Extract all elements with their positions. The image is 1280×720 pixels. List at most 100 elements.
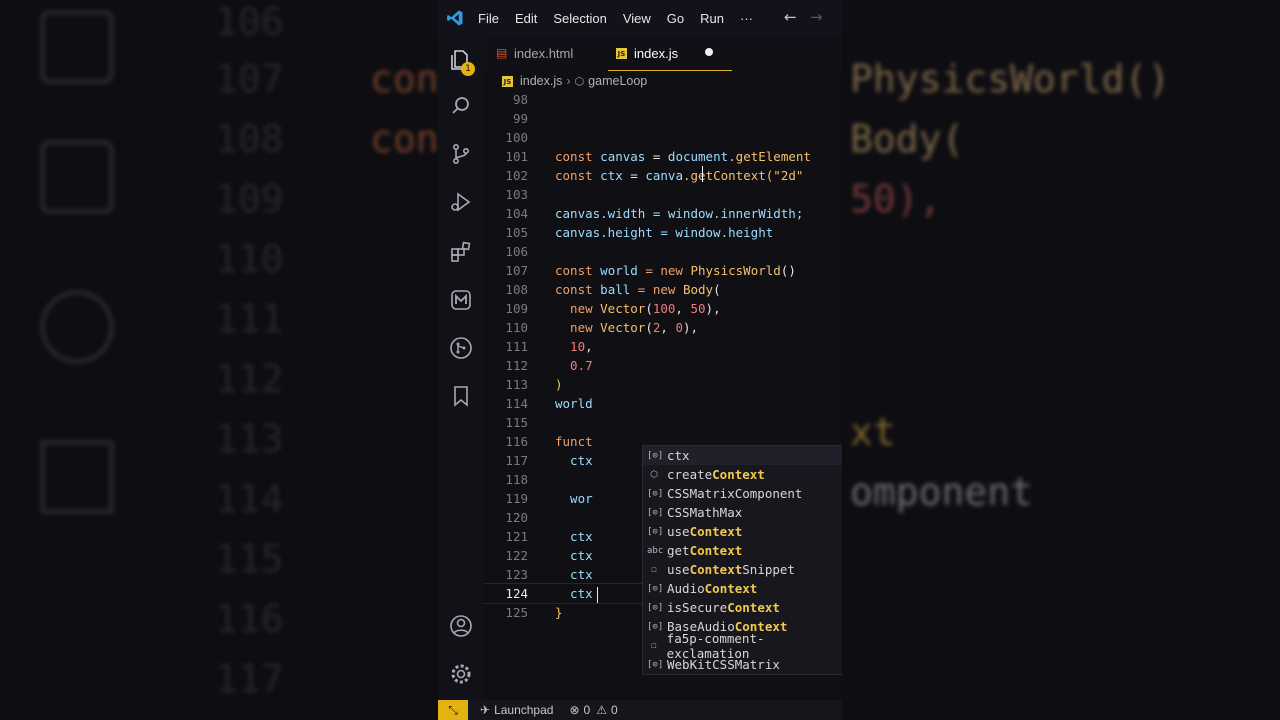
breadcrumb-file[interactable]: index.js — [520, 74, 562, 88]
line-number: 103 — [505, 187, 528, 202]
extensions-icon[interactable] — [449, 240, 473, 264]
vscode-logo-icon — [447, 10, 463, 26]
menu-edit[interactable]: Edit — [515, 11, 537, 26]
remote-indicator-icon[interactable]: ⤡ — [438, 700, 468, 720]
suggestion-item[interactable]: [⊙] Audio Context — [643, 579, 842, 598]
warning-count[interactable]: 0 — [611, 703, 618, 717]
menu-selection[interactable]: Selection — [553, 11, 606, 26]
variable-icon: [⊙] — [647, 450, 664, 461]
forward-arrow-icon[interactable]: → — [810, 8, 823, 26]
line-number: 122 — [505, 548, 528, 563]
menu-more[interactable]: ··· — [740, 11, 753, 26]
variable-icon: [⊙] — [647, 488, 664, 499]
symbol-method-icon: ⬡ — [574, 75, 585, 88]
line-number: 100 — [505, 130, 528, 145]
code-line-124: ctx — [555, 586, 593, 601]
line-number: 113 — [505, 377, 528, 392]
line-number: 121 — [505, 529, 528, 544]
menubar: File Edit Selection View Go Run ··· ← → — [438, 0, 842, 36]
tab-index-js[interactable]: JS index.js — [608, 36, 732, 71]
code-line-125: } — [555, 605, 563, 620]
bg-line-number: 108 — [215, 117, 284, 161]
suggestion-item[interactable]: ⬡ create Context — [643, 465, 842, 484]
js-file-icon: JS — [502, 75, 513, 87]
code-line-110: new Vector(2, 0), — [555, 320, 699, 335]
line-number: 106 — [505, 244, 528, 259]
menu-view[interactable]: View — [623, 11, 651, 26]
menu-go[interactable]: Go — [667, 11, 684, 26]
code-editor[interactable]: 98 99 100 101 102 103 104 105 106 107 10… — [484, 92, 842, 700]
explorer-badge: 1 — [461, 62, 475, 76]
line-number: 119 — [505, 491, 528, 506]
bg-line-number: 112 — [215, 357, 284, 401]
code-line-116: funct — [555, 434, 593, 449]
bg-line-number: 111 — [215, 297, 284, 341]
variable-icon: [⊙] — [647, 621, 664, 632]
search-icon[interactable] — [449, 94, 473, 118]
text-icon: abc — [647, 545, 664, 556]
bg-line-number: 110 — [215, 237, 284, 281]
code-line-119: wor — [555, 491, 593, 506]
code-line-107: const world = new PhysicsWorld() — [555, 263, 796, 278]
suggestion-item[interactable]: [⊙] ctx — [643, 446, 842, 465]
tab-index-html[interactable]: ▤ index.html — [496, 36, 604, 70]
breadcrumb: JS index.js › ⬡ gameLoop — [484, 70, 842, 92]
source-control-icon[interactable] — [449, 142, 473, 166]
line-number: 112 — [505, 358, 528, 373]
line-number: 117 — [505, 453, 528, 468]
line-number: 118 — [505, 472, 528, 487]
suggestion-item[interactable]: ☐ use Context Snippet — [643, 560, 842, 579]
bg-line-number: 115 — [215, 537, 284, 581]
code-line-111: 10, — [555, 339, 593, 354]
unsaved-dot-icon[interactable] — [705, 48, 713, 56]
back-arrow-icon[interactable]: ← — [784, 8, 797, 26]
settings-gear-icon[interactable] — [449, 662, 473, 686]
suggestion-item[interactable]: [⊙] isSecure Context — [643, 598, 842, 617]
code-line-121: ctx — [555, 529, 593, 544]
menu-file[interactable]: File — [478, 11, 499, 26]
code-line-123: ctx — [555, 567, 593, 582]
line-number: 104 — [505, 206, 528, 221]
suggestion-item[interactable]: abc get Context — [643, 541, 842, 560]
bg-code: xt — [850, 410, 896, 454]
error-icon: ⊗ — [569, 703, 580, 717]
launchpad-button[interactable]: Launchpad — [494, 703, 553, 717]
method-icon: ⬡ — [650, 469, 658, 480]
error-count[interactable]: 0 — [584, 703, 591, 717]
suggestion-item[interactable]: [⊙] WebKitCSSMatrix — [643, 655, 842, 674]
git-graph-icon[interactable] — [449, 336, 473, 360]
snippet-icon: ☐ — [651, 640, 657, 651]
text-cursor — [597, 587, 598, 603]
account-icon[interactable] — [449, 614, 473, 638]
suggestion-item[interactable]: [⊙] CSSMathMax — [643, 503, 842, 522]
app-m-icon[interactable] — [449, 288, 473, 312]
suggestion-item[interactable]: [⊙] CSSMatrixComponent — [643, 484, 842, 503]
suggestion-item[interactable]: [⊙] use Context — [643, 522, 842, 541]
suggestion-item[interactable]: ☐ fa5p-comment-exclamation — [643, 631, 842, 661]
bg-line-number: 107 — [215, 57, 284, 101]
rocket-icon: ✈ — [480, 703, 491, 717]
bg-line-number: 106 — [215, 0, 284, 44]
code-line-113: ) — [555, 377, 563, 392]
bg-code: 50), — [850, 177, 942, 221]
line-number: 114 — [505, 396, 528, 411]
code-line-114: world — [555, 396, 593, 411]
line-number: 98 — [512, 92, 528, 107]
tab-label: index.js — [634, 45, 679, 61]
activity-bar: 1 — [438, 36, 484, 700]
breadcrumb-symbol[interactable]: gameLoop — [588, 74, 647, 88]
line-number: 109 — [505, 301, 528, 316]
bg-line-number: 113 — [215, 417, 284, 461]
menu-run[interactable]: Run — [700, 11, 724, 26]
variable-icon: [⊙] — [647, 507, 664, 518]
bookmark-icon[interactable] — [449, 384, 473, 408]
line-number: 102 — [505, 168, 528, 183]
line-number-current: 124 — [505, 586, 528, 601]
line-number: 107 — [505, 263, 528, 278]
bg-app-icon — [40, 140, 114, 214]
run-debug-icon[interactable] — [449, 190, 473, 214]
line-number: 101 — [505, 149, 528, 164]
status-bar: ⤡ ✈ Launchpad ⊗ 0 ⚠ 0 — [438, 700, 842, 720]
tab-label: index.html — [514, 45, 574, 61]
code-line-101: const canvas = document.getElement — [555, 149, 811, 164]
